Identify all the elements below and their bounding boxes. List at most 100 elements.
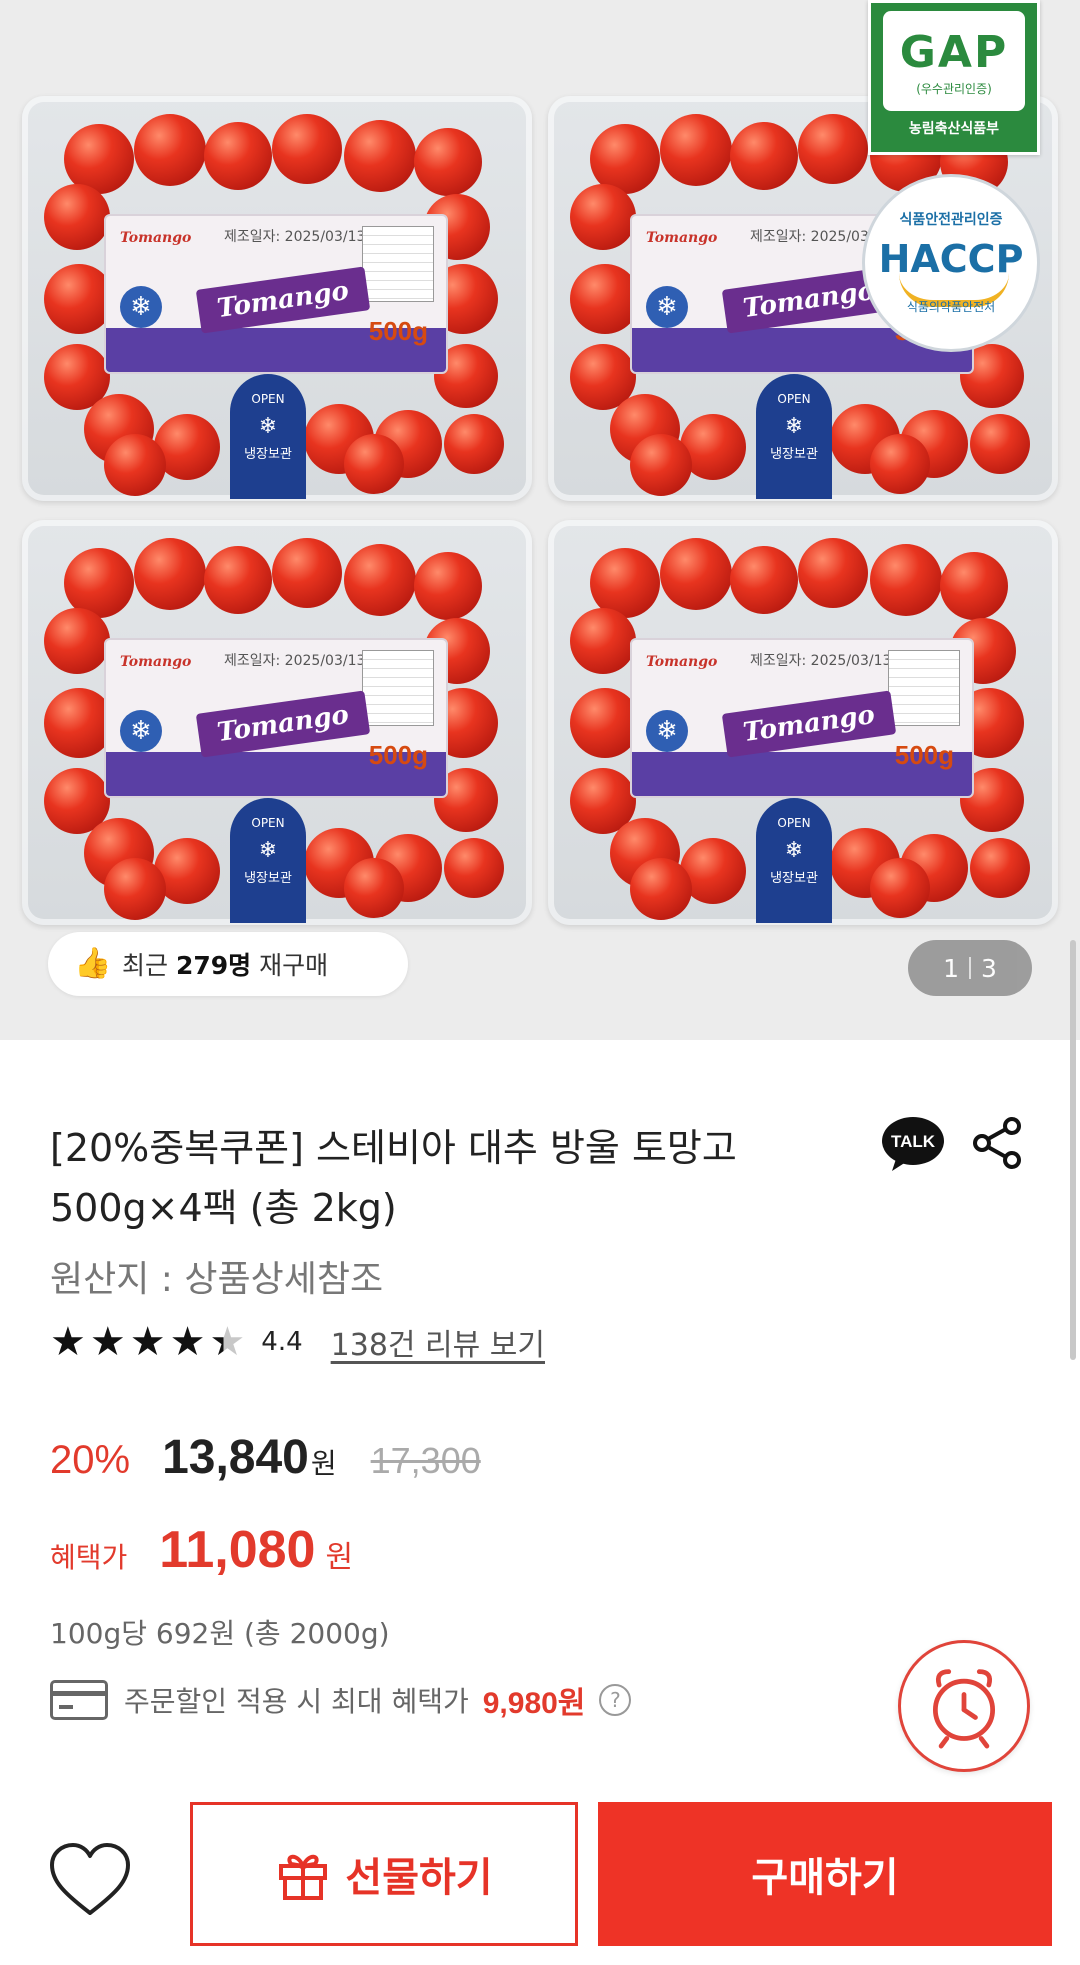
nutrition-table <box>888 650 960 726</box>
talk-icon-label: TALK <box>891 1132 936 1151</box>
snowflake-icon: ❄ <box>646 710 688 752</box>
tomato <box>570 608 636 674</box>
star-icon: ★ <box>50 1319 86 1365</box>
nutrition-table <box>362 226 434 302</box>
benefit-currency-unit: 원 <box>325 1540 354 1575</box>
open-tab: OPEN ❄ 냉장보관 <box>756 798 832 923</box>
tomato <box>798 538 868 608</box>
counter-divider <box>969 957 971 979</box>
snowflake-icon: ❄ <box>784 838 804 863</box>
rating-row: ★ ★ ★ ★ ★ 4.4 138건 리뷰 보기 <box>50 1320 545 1364</box>
tomato <box>104 434 166 496</box>
benefit-price-row: 혜택가 11,080 원 <box>50 1520 353 1580</box>
snowflake-icon: ❄ <box>258 414 278 439</box>
star-icon: ★ <box>89 1319 126 1365</box>
tomato <box>730 122 798 190</box>
label-date: 제조일자: 2025/03/13 <box>224 229 366 245</box>
rating-value: 4.4 <box>261 1327 303 1357</box>
snowflake-icon: ❄ <box>646 286 688 328</box>
gap-certification-badge: GAP (우수관리인증) 농림축산식품부 <box>868 0 1040 155</box>
tomato <box>970 414 1030 474</box>
share-icon[interactable] <box>968 1114 1026 1172</box>
label-date: 제조일자: 2025/03/13 <box>750 653 892 669</box>
benefit-price: 11,080 <box>159 1521 316 1579</box>
buy-button[interactable]: 구매하기 <box>598 1802 1052 1946</box>
label-mini-brand: Tomango <box>646 654 718 670</box>
scrollbar[interactable] <box>1070 940 1076 1360</box>
tomato <box>798 114 868 184</box>
tomato <box>204 546 272 614</box>
kakao-talk-icon[interactable]: TALK <box>880 1115 946 1173</box>
pack-label: Tomango제조일자: 2025/03/13❄Tomango500g <box>104 214 448 374</box>
open-text: OPEN <box>777 816 811 830</box>
product-image-carousel[interactable]: Tomango 제조일자: 2025/03/13 ❄ Tomango 500g OPEN ❄… <box>0 0 1080 1040</box>
tomato <box>870 858 930 918</box>
tomato <box>344 858 404 918</box>
label-brand: Tomango <box>721 690 897 758</box>
credit-card-icon <box>50 1680 108 1720</box>
gap-title: GAP <box>899 27 1009 78</box>
unit-price: 100g당 692원 (총 2000g) <box>50 1617 390 1650</box>
haccp-top-text: 식품안전관리인증 <box>899 212 1003 228</box>
half-star-icon: ★ <box>209 1319 246 1365</box>
tomato <box>660 114 732 186</box>
label-brand: Tomango <box>195 690 371 758</box>
tomato <box>44 608 110 674</box>
heart-icon[interactable] <box>44 1835 136 1927</box>
tomato <box>134 114 206 186</box>
max-benefit-row: 주문할인 적용 시 최대 혜택가 9,980원 ? <box>50 1675 632 1725</box>
gap-ministry: 농림축산식품부 <box>908 121 1000 137</box>
original-price: 17,300 <box>370 1440 481 1481</box>
tomato <box>344 544 416 616</box>
tomato <box>344 120 416 192</box>
tomato <box>414 128 482 196</box>
tomato-pack: Tomango제조일자: 2025/03/13❄Tomango500gOPEN❄… <box>22 520 532 925</box>
gift-button-label: 선물하기 <box>345 1855 493 1901</box>
label-mini-brand: Tomango <box>646 230 718 246</box>
tomato <box>730 546 798 614</box>
image-page-counter: 1 3 <box>908 940 1032 996</box>
tomato <box>940 552 1008 620</box>
haccp-certification-badge: 식품안전관리인증 HACCP 식품의약품안전처 <box>862 174 1040 352</box>
label-date: 제조일자: 2025/03/13 <box>224 653 366 669</box>
open-text: OPEN <box>251 816 285 830</box>
tomato <box>344 434 404 494</box>
gift-button[interactable]: 선물하기 <box>190 1802 578 1946</box>
tomato <box>272 114 342 184</box>
tomato-pack: Tomango제조일자: 2025/03/13❄Tomango500gOPEN❄… <box>548 520 1058 925</box>
review-link[interactable]: 138건 리뷰 보기 <box>331 1320 545 1364</box>
product-title: [20%중복쿠폰] 스테비아 대추 방울 토망고 500g×4팩 (총 2kg) <box>50 1126 737 1230</box>
label-weight: 500g <box>894 740 954 770</box>
label-brand: Tomango <box>195 266 371 334</box>
help-icon[interactable]: ? <box>599 1684 632 1716</box>
haccp-bottom-text: 식품의약품안전처 <box>906 300 996 314</box>
sale-price: 13,840 <box>162 1431 309 1484</box>
pack-label: Tomango제조일자: 2025/03/13❄Tomango500g <box>104 638 448 798</box>
currency-unit: 원 <box>310 1447 337 1480</box>
open-tab: OPEN ❄ 냉장보관 <box>230 374 306 499</box>
storage-text: 냉장보관 <box>770 447 818 462</box>
snowflake-icon: ❄ <box>120 710 162 752</box>
star-icon: ★ <box>129 1319 166 1365</box>
rebuy-badge: 👍 최근 279명 재구매 <box>48 932 408 996</box>
benefit-label: 혜택가 <box>50 1541 128 1574</box>
tomato <box>444 414 504 474</box>
tomato <box>630 434 692 496</box>
star-icon: ★ <box>169 1319 206 1365</box>
open-tab: OPEN ❄ 냉장보관 <box>756 374 832 499</box>
pack-label: Tomango제조일자: 2025/03/13❄Tomango500g <box>630 638 974 798</box>
rebuy-text: 최근 279명 재구매 <box>122 946 328 982</box>
rebuy-count: 279명 <box>175 951 252 980</box>
tomato <box>104 858 166 920</box>
tomato <box>134 538 206 610</box>
tomato <box>414 552 482 620</box>
alarm-clock-button[interactable] <box>898 1640 1030 1772</box>
current-page: 1 <box>943 953 959 983</box>
thumbs-up-icon: 👍 <box>74 946 112 981</box>
nutrition-table <box>362 650 434 726</box>
snowflake-icon: ❄ <box>120 286 162 328</box>
rebuy-prefix: 최근 <box>122 951 169 980</box>
rebuy-suffix: 재구매 <box>259 951 329 980</box>
tomato <box>630 858 692 920</box>
tomato <box>970 838 1030 898</box>
